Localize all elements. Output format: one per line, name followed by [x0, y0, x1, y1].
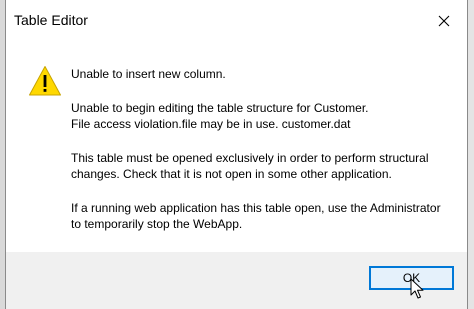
close-button[interactable] — [421, 0, 467, 41]
dialog-titlebar: Table Editor — [6, 0, 467, 41]
message-line: Unable to begin editing the table struct… — [71, 100, 369, 115]
close-icon — [438, 15, 450, 26]
message-detail: Unable to begin editing the table struct… — [71, 100, 461, 133]
message-line: changes. Check that it is not open in so… — [71, 167, 392, 181]
mouse-cursor-icon — [410, 278, 424, 299]
message-line: to temporarily stop the WebApp. — [71, 217, 243, 231]
message-summary: Unable to insert new column. — [71, 66, 461, 83]
message-line: File access violation.file may be in use… — [71, 117, 351, 131]
message-webapp-notice: If a running web application has this ta… — [71, 200, 461, 233]
message-exclusive-notice: This table must be opened exclusively in… — [71, 150, 461, 183]
dialog-title: Table Editor — [14, 12, 88, 28]
message-line: If a running web application has this ta… — [71, 200, 441, 215]
message-text: Unable to insert new column. Unable to b… — [71, 66, 461, 250]
message-dialog: Table Editor Unable to insert new column… — [5, 0, 468, 309]
warning-icon — [29, 66, 61, 96]
message-line: This table must be opened exclusively in… — [71, 150, 429, 165]
dialog-footer: OK — [6, 252, 467, 309]
background-app-right — [468, 0, 474, 309]
dialog-content: Unable to insert new column. Unable to b… — [6, 41, 467, 252]
message-line: Unable to insert new column. — [71, 67, 226, 81]
